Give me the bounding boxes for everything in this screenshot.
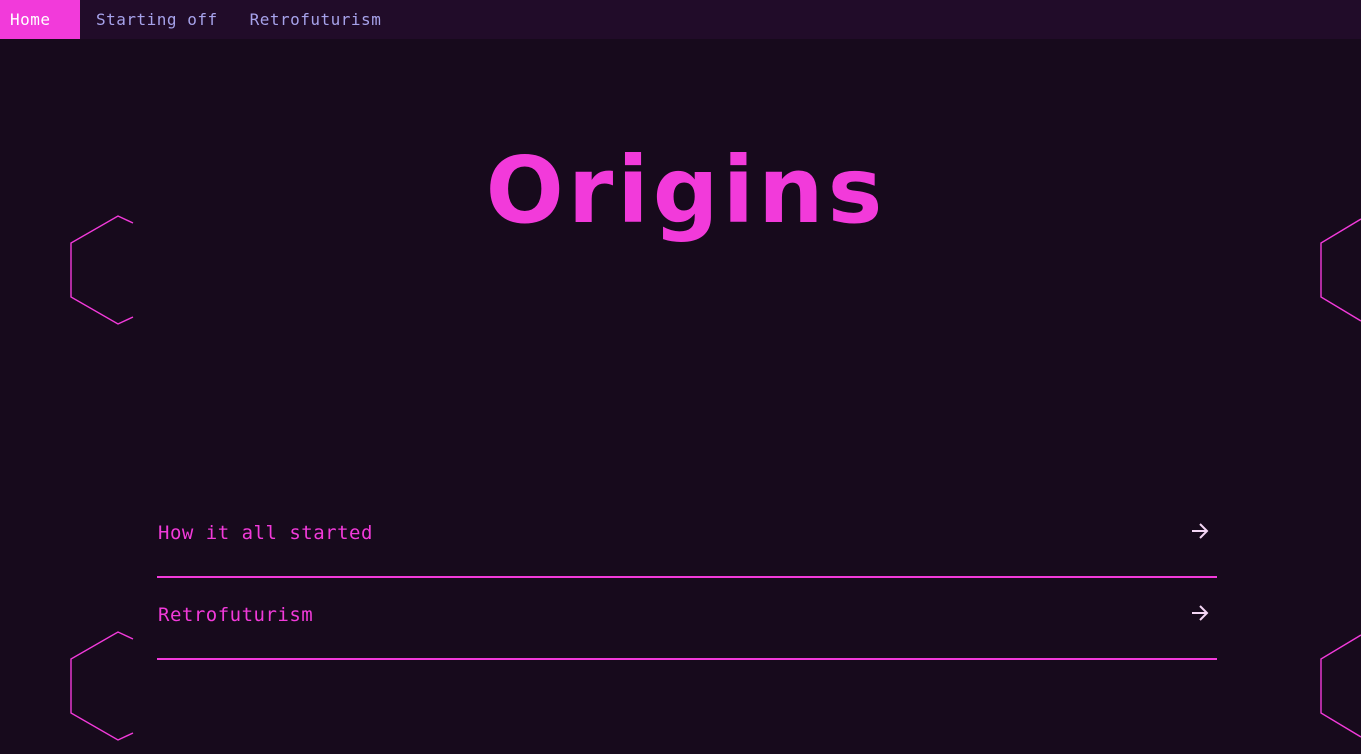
nav-item-retrofuturism[interactable]: Retrofuturism	[234, 0, 398, 39]
page-title: Origins	[485, 137, 887, 244]
arrow-right-icon	[1192, 523, 1209, 539]
top-nav: Home Starting off Retrofuturism	[0, 0, 1361, 39]
list-item-retrofuturism[interactable]: Retrofuturism	[157, 578, 1217, 660]
hexagon-decoration-bottom-left	[70, 631, 134, 741]
link-list: How it all started Retrofuturism	[157, 496, 1217, 660]
list-item-label: How it all started	[158, 522, 373, 544]
list-item-label: Retrofuturism	[158, 604, 314, 626]
list-item-how-it-all-started[interactable]: How it all started	[157, 496, 1217, 578]
hexagon-decoration-bottom-right	[1320, 634, 1361, 738]
nav-item-home[interactable]: Home	[0, 0, 80, 39]
arrow-right-icon	[1192, 605, 1209, 621]
nav-item-starting-off[interactable]: Starting off	[80, 0, 234, 39]
